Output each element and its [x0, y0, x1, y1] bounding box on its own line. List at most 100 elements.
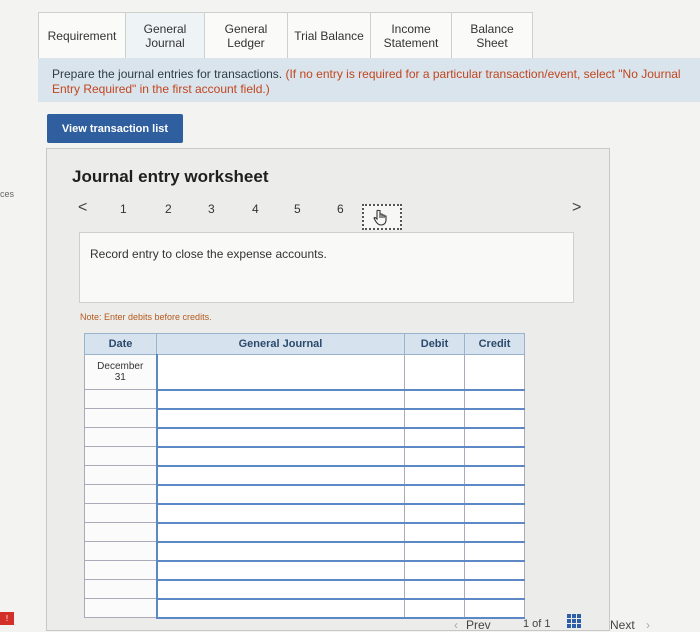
table-row: December 31	[84, 354, 525, 391]
credit-cell[interactable]	[464, 465, 525, 486]
credit-cell[interactable]	[464, 522, 525, 543]
current-page-indicator[interactable]	[362, 204, 402, 230]
date-cell[interactable]	[84, 522, 157, 542]
date-cell[interactable]	[84, 503, 157, 523]
tab-bar: Requirement General Journal General Ledger…	[38, 12, 533, 58]
date-cell[interactable]	[84, 389, 157, 409]
pager-page-5[interactable]: 5	[294, 202, 301, 216]
side-label: ces	[0, 189, 15, 199]
alert-icon: !	[0, 612, 14, 625]
account-cell[interactable]	[155, 503, 405, 524]
pager-page-3[interactable]: 3	[208, 202, 215, 216]
credit-cell[interactable]	[464, 354, 525, 391]
pager-next-arrow[interactable]: >	[572, 199, 581, 217]
account-cell[interactable]	[155, 560, 405, 581]
table-row	[84, 484, 525, 505]
date-cell[interactable]	[84, 560, 157, 580]
general-journal-header: General Journal	[156, 333, 405, 355]
debit-cell[interactable]	[404, 598, 465, 619]
entry-description: Record entry to close the expense accoun…	[90, 247, 327, 261]
tab-income-statement[interactable]: Income Statement	[370, 12, 452, 58]
debit-cell[interactable]	[404, 427, 465, 448]
debit-header: Debit	[404, 333, 465, 355]
account-cell[interactable]	[155, 598, 405, 619]
date-cell[interactable]	[84, 541, 157, 561]
date-cell[interactable]: December 31	[84, 354, 157, 390]
worksheet-title: Journal entry worksheet	[72, 167, 269, 186]
credit-cell[interactable]	[464, 541, 525, 562]
credit-cell[interactable]	[464, 598, 525, 619]
date-cell[interactable]	[84, 465, 157, 485]
credit-cell[interactable]	[464, 446, 525, 467]
credit-cell[interactable]	[464, 503, 525, 524]
debit-cell[interactable]	[404, 484, 465, 505]
worksheet-pager: < 1 2 3 4 5 6 >	[72, 199, 592, 222]
debit-cell[interactable]	[404, 408, 465, 429]
debit-cell[interactable]	[404, 541, 465, 562]
credit-cell[interactable]	[464, 484, 525, 505]
table-row	[84, 427, 525, 448]
account-cell[interactable]	[155, 427, 405, 448]
pager-page-1[interactable]: 1	[120, 202, 127, 216]
account-cell[interactable]	[155, 446, 405, 467]
date-cell[interactable]	[84, 484, 157, 504]
account-cell[interactable]	[155, 465, 405, 486]
pager-page-2[interactable]: 2	[165, 202, 172, 216]
date-cell[interactable]	[84, 598, 157, 618]
prev-button[interactable]: Prev	[466, 618, 491, 632]
debit-cell[interactable]	[404, 560, 465, 581]
debit-cell[interactable]	[404, 389, 465, 410]
tab-general-journal[interactable]: General Journal	[125, 12, 205, 58]
entry-description-box: Record entry to close the expense accoun…	[79, 232, 574, 303]
grid-icon[interactable]	[567, 614, 581, 628]
table-row	[84, 465, 525, 486]
date-cell[interactable]	[84, 446, 157, 466]
credit-cell[interactable]	[464, 408, 525, 429]
date-cell[interactable]	[84, 408, 157, 428]
debit-cell[interactable]	[404, 522, 465, 543]
credit-cell[interactable]	[464, 560, 525, 581]
tab-trial-balance[interactable]: Trial Balance	[287, 12, 371, 58]
table-row	[84, 579, 525, 600]
debit-cell[interactable]	[404, 503, 465, 524]
credit-cell[interactable]	[464, 389, 525, 410]
page-indicator: 1 of 1	[523, 618, 551, 630]
debit-cell[interactable]	[404, 465, 465, 486]
debit-cell[interactable]	[404, 446, 465, 467]
tab-general-ledger[interactable]: General Ledger	[204, 12, 288, 58]
table-row	[84, 560, 525, 581]
pager-page-4[interactable]: 4	[252, 202, 259, 216]
account-cell[interactable]	[155, 522, 405, 543]
date-cell[interactable]	[84, 579, 157, 599]
table-row	[84, 446, 525, 467]
account-cell[interactable]	[155, 484, 405, 505]
next-button[interactable]: Next	[610, 618, 635, 632]
table-row	[84, 522, 525, 543]
next-arrow-icon: ›	[646, 618, 650, 632]
tab-requirement[interactable]: Requirement	[38, 12, 126, 58]
account-cell[interactable]	[155, 354, 405, 391]
pager-page-6[interactable]: 6	[337, 202, 344, 216]
table-row	[84, 598, 525, 619]
debit-cell[interactable]	[404, 579, 465, 600]
account-cell[interactable]	[155, 579, 405, 600]
date-header: Date	[84, 333, 157, 355]
date-cell[interactable]	[84, 427, 157, 447]
pager-prev-arrow[interactable]: <	[78, 199, 87, 217]
credit-cell[interactable]	[464, 579, 525, 600]
table-row	[84, 408, 525, 429]
account-cell[interactable]	[155, 389, 405, 410]
table-row	[84, 541, 525, 562]
prev-arrow-icon: ‹	[454, 618, 458, 632]
debits-note: Note: Enter debits before credits.	[80, 312, 212, 322]
credit-cell[interactable]	[464, 427, 525, 448]
hand-pointer-icon	[373, 209, 387, 226]
account-cell[interactable]	[155, 541, 405, 562]
credit-header: Credit	[464, 333, 525, 355]
table-row	[84, 503, 525, 524]
journal-table: Date General Journal Debit Credit Decemb…	[84, 333, 525, 619]
view-transaction-list-button[interactable]: View transaction list	[47, 114, 183, 143]
account-cell[interactable]	[155, 408, 405, 429]
tab-balance-sheet[interactable]: Balance Sheet	[451, 12, 533, 58]
debit-cell[interactable]	[404, 354, 465, 391]
